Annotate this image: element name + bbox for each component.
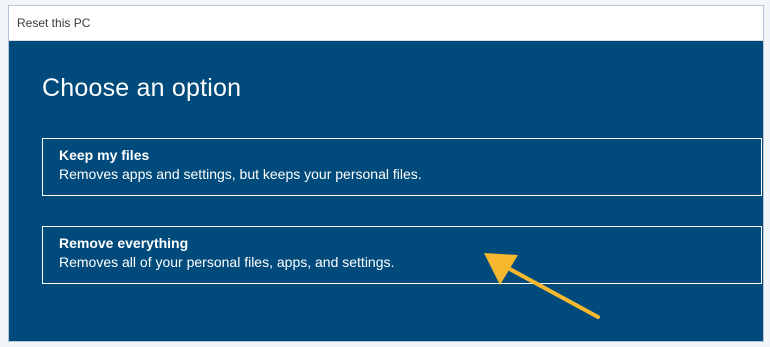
- remove-everything-button[interactable]: Remove everything Removes all of your pe…: [42, 226, 762, 284]
- options-panel: Choose an option Keep my files Removes a…: [9, 41, 763, 341]
- option-description: Removes apps and settings, but keeps you…: [59, 166, 422, 182]
- option-title: Remove everything: [59, 235, 189, 251]
- screenshot-stage: Reset this PC Choose an option Keep my f…: [0, 0, 770, 347]
- option-description: Removes all of your personal files, apps…: [59, 254, 395, 270]
- page-title: Choose an option: [42, 74, 242, 102]
- keep-my-files-button[interactable]: Keep my files Removes apps and settings,…: [42, 138, 762, 196]
- window-title: Reset this PC: [17, 16, 91, 30]
- title-bar: Reset this PC: [9, 6, 763, 41]
- option-title: Keep my files: [59, 147, 150, 163]
- reset-pc-window: Reset this PC Choose an option Keep my f…: [8, 5, 764, 342]
